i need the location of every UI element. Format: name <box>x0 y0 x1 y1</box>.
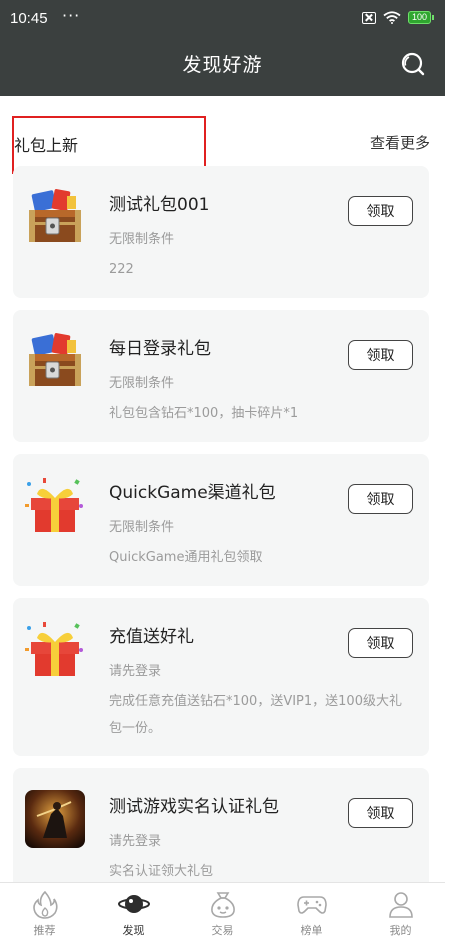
nav-label: 我的 <box>389 924 412 937</box>
status-dots: ··· <box>62 6 81 25</box>
gift-name: QuickGame渠道礼包 <box>109 483 276 503</box>
gift-condition: 无限制条件 <box>109 520 175 535</box>
gift-description: 完成任意充值送钻石*100，送VIP1，送100级大礼包一份。 <box>109 694 402 736</box>
status-time: 10:45 <box>10 10 48 27</box>
gift-card: 充值送好礼 请先登录 完成任意充值送钻石*100，送VIP1，送100级大礼包一… <box>13 598 429 756</box>
gift-box-icon <box>25 478 83 532</box>
money-bag-icon <box>210 892 235 918</box>
nav-item-recommend[interactable]: 推荐 <box>0 883 89 942</box>
person-icon <box>388 892 413 918</box>
gift-description: 礼包包含钻石*100，抽卡碎片*1 <box>109 406 299 421</box>
gift-card: 测试游戏实名认证礼包 请先登录 实名认证领大礼包 领取 <box>13 768 429 900</box>
section-title: 礼包上新 <box>14 136 79 155</box>
status-icons: 100 <box>361 11 435 24</box>
treasure-chest-icon <box>29 189 81 242</box>
claim-button[interactable]: 领取 <box>348 484 413 514</box>
nav-label: 交易 <box>211 924 234 937</box>
nav-label: 推荐 <box>33 924 56 937</box>
gift-condition: 请先登录 <box>109 834 162 849</box>
phone-screen: 10:45 ··· 100 发现好游 礼包上新 查看更多 测试礼包001 无限制… <box>0 0 445 942</box>
gift-description: QuickGame通用礼包领取 <box>109 550 263 565</box>
status-bar: 10:45 ··· 100 <box>0 0 445 40</box>
gamepad-icon <box>296 896 327 914</box>
planet-icon <box>117 895 150 913</box>
nav-item-mine[interactable]: 我的 <box>356 883 445 942</box>
gift-name: 充值送好礼 <box>109 627 194 647</box>
claim-button[interactable]: 领取 <box>348 798 413 828</box>
gift-condition: 无限制条件 <box>109 232 175 247</box>
nav-item-rank[interactable]: 榜单 <box>267 883 356 942</box>
gift-name: 测试礼包001 <box>109 195 210 215</box>
claim-button[interactable]: 领取 <box>348 196 413 226</box>
game-thumbnail-icon <box>25 790 85 848</box>
gift-card: QuickGame渠道礼包 无限制条件 QuickGame通用礼包领取 领取 <box>13 454 429 586</box>
nav-item-discover[interactable]: 发现 <box>89 883 178 942</box>
gift-box-icon <box>25 622 83 676</box>
treasure-chest-icon <box>29 333 81 386</box>
page-title: 发现好游 <box>182 54 263 76</box>
gift-section-header: 礼包上新 查看更多 <box>0 116 445 174</box>
flame-icon <box>32 890 58 919</box>
wifi-icon <box>383 11 401 24</box>
claim-button[interactable]: 领取 <box>348 340 413 370</box>
gift-description: 实名认证领大礼包 <box>109 864 214 879</box>
header-bar: 10:45 ··· 100 发现好游 <box>0 0 445 96</box>
nav-label: 榜单 <box>300 924 323 937</box>
gift-card: 每日登录礼包 无限制条件 礼包包含钻石*100，抽卡碎片*1 领取 <box>13 310 429 442</box>
nav-item-trade[interactable]: 交易 <box>178 883 267 942</box>
no-sim-icon <box>361 11 376 24</box>
view-more-link[interactable]: 查看更多 <box>370 132 430 153</box>
nav-label: 发现 <box>122 924 145 937</box>
gift-description: 222 <box>109 262 134 277</box>
claim-button[interactable]: 领取 <box>348 628 413 658</box>
search-icon[interactable] <box>401 52 425 76</box>
gift-card: 测试礼包001 无限制条件 222 领取 <box>13 166 429 298</box>
gift-condition: 无限制条件 <box>109 376 175 391</box>
bottom-nav: 推荐 发现 交易 榜单 我的 <box>0 882 445 942</box>
battery-icon: 100 <box>407 11 435 24</box>
gift-name: 每日登录礼包 <box>109 339 211 359</box>
gift-name: 测试游戏实名认证礼包 <box>109 797 279 817</box>
gift-condition: 请先登录 <box>109 664 162 679</box>
